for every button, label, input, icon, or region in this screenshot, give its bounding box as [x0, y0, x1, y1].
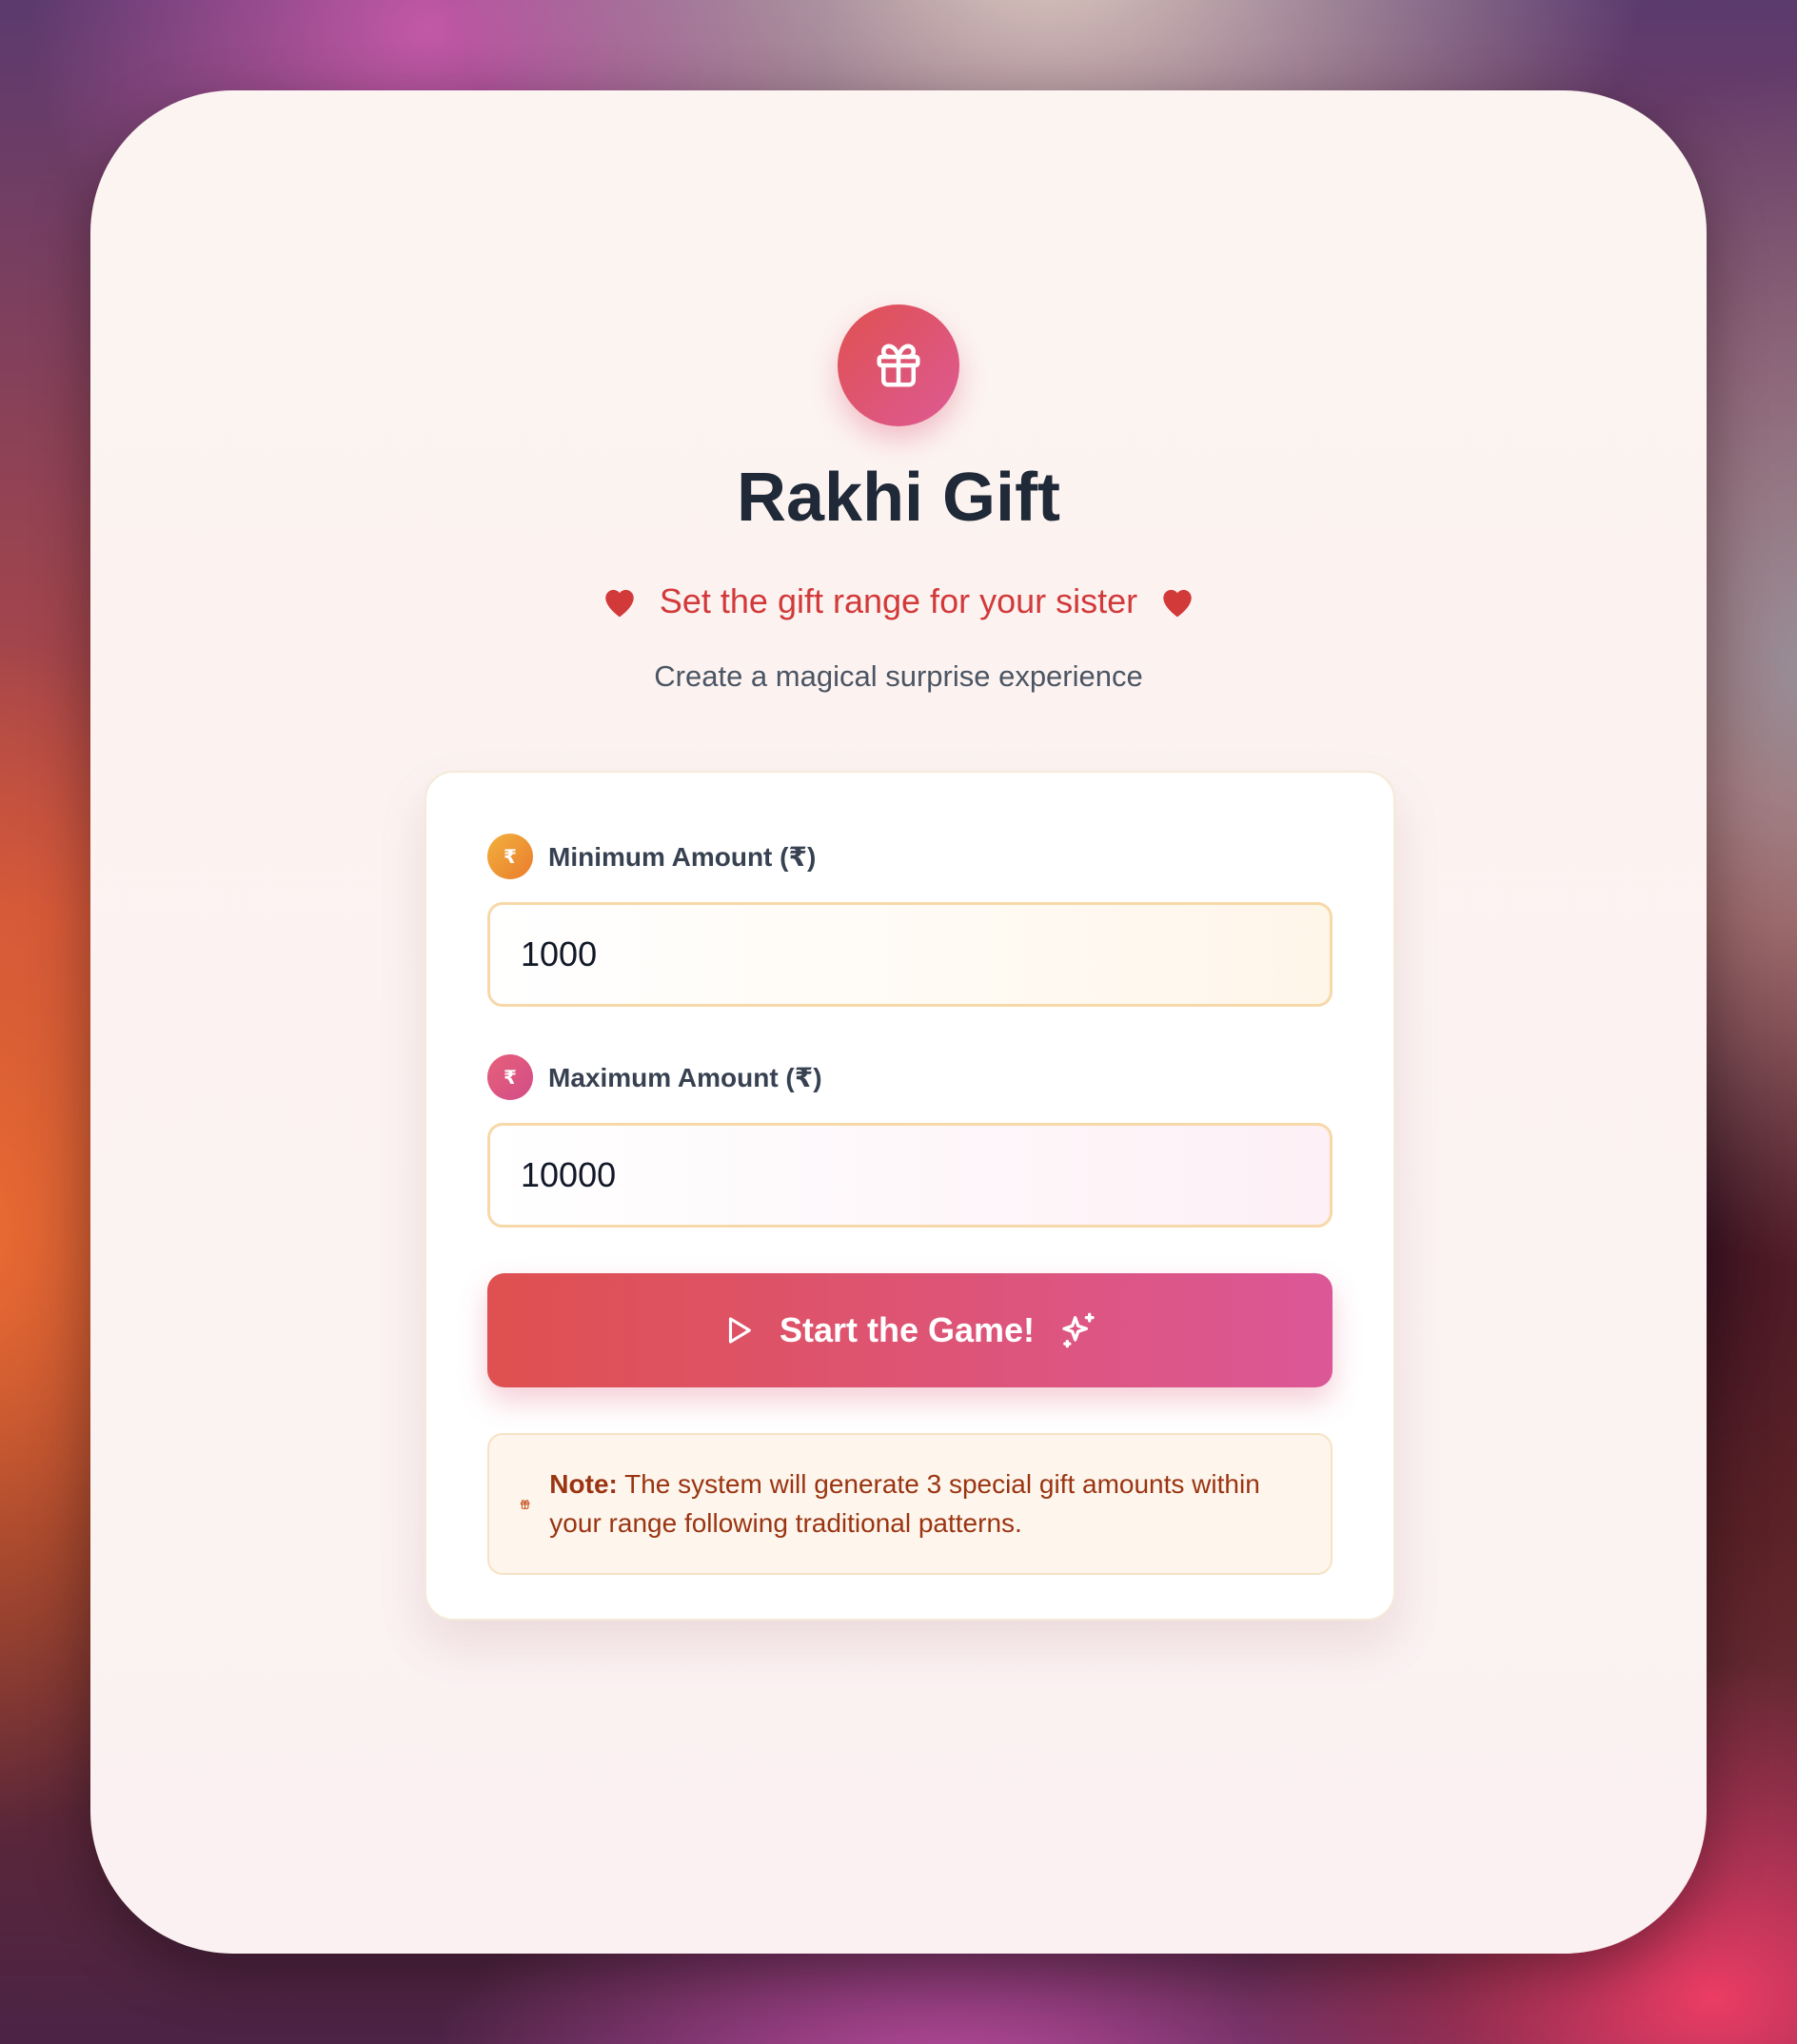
- rupee-coin-icon: ₹: [487, 834, 533, 879]
- page-title: Rakhi Gift: [736, 460, 1061, 536]
- max-amount-label-text: Maximum Amount (₹): [548, 1062, 822, 1092]
- note-text-block: Note: The system will generate 3 special…: [549, 1465, 1296, 1543]
- max-amount-value: 10000: [521, 1155, 617, 1194]
- heart-icon: [1163, 590, 1192, 618]
- header-section: Rakhi Gift Set the gift range for your s…: [90, 305, 1707, 694]
- min-amount-label: ₹ Minimum Amount (₹): [487, 834, 1333, 879]
- sparkles-icon: [1062, 1312, 1095, 1348]
- min-amount-value: 1000: [521, 934, 598, 973]
- app-window: Rakhi Gift Set the gift range for your s…: [90, 90, 1707, 1954]
- tagline: Set the gift range for your sister: [90, 581, 1707, 621]
- min-amount-input[interactable]: 1000: [487, 902, 1333, 1007]
- gift-range-card: ₹ Minimum Amount (₹) 1000 ₹ Maximum Amou…: [425, 771, 1395, 1621]
- start-game-label: Start the Game!: [779, 1310, 1036, 1349]
- play-icon: [728, 1317, 751, 1344]
- gift-icon: [877, 344, 920, 387]
- tagline-text: Set the gift range for your sister: [659, 581, 1138, 621]
- start-game-button[interactable]: Start the Game!: [487, 1273, 1333, 1387]
- note-box: Note: The system will generate 3 special…: [487, 1433, 1333, 1576]
- max-amount-input[interactable]: 10000: [487, 1123, 1333, 1228]
- heart-icon: [605, 590, 634, 618]
- gift-badge: [838, 305, 959, 426]
- note-prefix: Note:: [549, 1469, 618, 1499]
- max-amount-label: ₹ Maximum Amount (₹): [487, 1054, 1333, 1100]
- card-top-spacer: [487, 773, 1333, 834]
- gift-icon: [520, 1499, 530, 1509]
- subtitle: Create a magical surprise experience: [654, 659, 1143, 694]
- min-amount-label-text: Minimum Amount (₹): [548, 841, 817, 872]
- note-text: The system will generate 3 special gift …: [549, 1469, 1260, 1538]
- rupee-coin-icon: ₹: [487, 1054, 533, 1100]
